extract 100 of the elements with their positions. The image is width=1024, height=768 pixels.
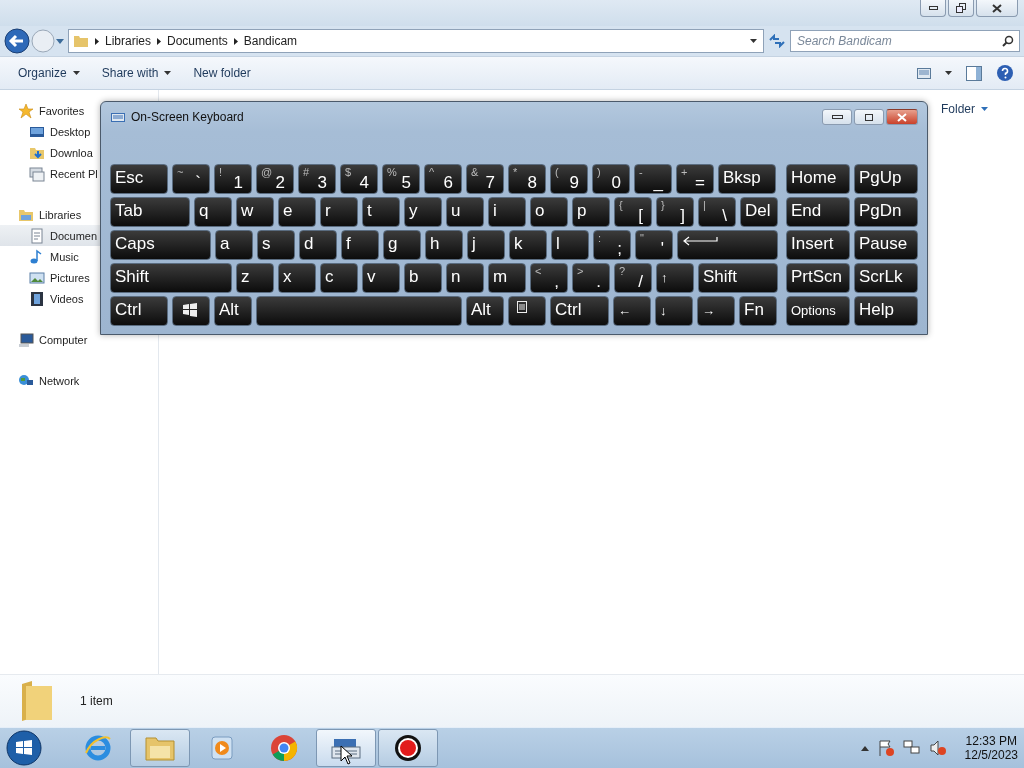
keyboard-key[interactable]: f [341, 230, 379, 260]
keyboard-key[interactable]: ( 9 [550, 164, 588, 194]
menu-key[interactable] [508, 296, 546, 326]
keyboard-key[interactable]: : ; [593, 230, 631, 260]
minimize-button[interactable] [822, 109, 852, 125]
sidebar-item[interactable]: Network [0, 370, 158, 391]
keyboard-key[interactable]: j [467, 230, 505, 260]
keyboard-key[interactable]: Pause [854, 230, 918, 260]
keyboard-key[interactable]: r [320, 197, 358, 227]
keyboard-key[interactable]: ← [613, 296, 651, 326]
keyboard-key[interactable]: Alt [466, 296, 504, 326]
keyboard-key[interactable]: Tab [110, 197, 190, 227]
keyboard-key[interactable]: & 7 [466, 164, 504, 194]
keyboard-key[interactable]: m [488, 263, 526, 293]
keyboard-key[interactable]: Ctrl [550, 296, 609, 326]
keyboard-key[interactable]: - _ [634, 164, 672, 194]
view-icon[interactable] [917, 67, 931, 79]
arrange-by-button[interactable]: Folder [941, 96, 988, 122]
keyboard-key[interactable]: ScrLk [854, 263, 918, 293]
breadcrumb-item[interactable]: Bandicam [243, 34, 298, 48]
toolbar-button[interactable]: Organize [10, 62, 88, 84]
keyboard-key[interactable]: ? / [614, 263, 652, 293]
keyboard-key[interactable]: ~ ` [172, 164, 210, 194]
breadcrumb-item[interactable]: Libraries [105, 34, 152, 48]
keyboard-key[interactable]: End [786, 197, 850, 227]
keyboard-key[interactable]: | \ [698, 197, 736, 227]
flag-error-icon[interactable] [876, 739, 895, 757]
keyboard-key[interactable]: * 8 [508, 164, 546, 194]
keyboard-key[interactable]: Bksp [718, 164, 776, 194]
restore-button[interactable] [948, 0, 974, 17]
start-button[interactable] [4, 729, 44, 767]
keyboard-key[interactable]: z [236, 263, 274, 293]
keyboard-key[interactable]: Help [854, 296, 918, 326]
keyboard-key[interactable]: u [446, 197, 484, 227]
keyboard-key[interactable]: q [194, 197, 232, 227]
keyboard-key[interactable]: ) 0 [592, 164, 630, 194]
taskbar-app[interactable] [378, 729, 438, 767]
keyboard-key[interactable]: ↓ [655, 296, 693, 326]
keyboard-key[interactable]: x [278, 263, 316, 293]
keyboard-key[interactable]: @ 2 [256, 164, 294, 194]
keyboard-key[interactable]: Shift [698, 263, 778, 293]
network-icon[interactable] [902, 739, 921, 757]
clock[interactable]: 12:33 PM 12/5/2023 [964, 734, 1018, 762]
back-button[interactable] [4, 28, 30, 54]
keyboard-key[interactable]: Ctrl [110, 296, 168, 326]
keyboard-key[interactable]: { [ [614, 197, 652, 227]
keyboard-key[interactable]: s [257, 230, 295, 260]
keyboard-key[interactable]: y [404, 197, 442, 227]
keyboard-key[interactable]: PgDn [854, 197, 918, 227]
keyboard-key[interactable]: t [362, 197, 400, 227]
keyboard-key[interactable]: p [572, 197, 610, 227]
keyboard-key[interactable]: PgUp [854, 164, 918, 194]
keyboard-key[interactable]: PrtScn [786, 263, 850, 293]
preview-pane-icon[interactable] [966, 65, 982, 81]
keyboard-key[interactable]: k [509, 230, 547, 260]
minimize-button[interactable] [920, 0, 946, 17]
keyboard-key[interactable]: a [215, 230, 253, 260]
keyboard-key[interactable]: v [362, 263, 400, 293]
keyboard-key[interactable]: w [236, 197, 274, 227]
keyboard-key[interactable]: d [299, 230, 337, 260]
refresh-icon[interactable] [768, 34, 786, 48]
space-key[interactable] [256, 296, 462, 326]
keyboard-key[interactable]: > . [572, 263, 610, 293]
keyboard-key[interactable]: Esc [110, 164, 168, 194]
keyboard-key[interactable]: ^ 6 [424, 164, 462, 194]
recent-pages-caret-icon[interactable] [56, 38, 64, 44]
keyboard-key[interactable]: Shift [110, 263, 232, 293]
keyboard-key[interactable]: i [488, 197, 526, 227]
keyboard-key[interactable]: " ' [635, 230, 673, 260]
address-bar[interactable]: Libraries Documents Bandicam [68, 29, 764, 53]
keyboard-key[interactable]: Insert [786, 230, 850, 260]
keyboard-key[interactable]: e [278, 197, 316, 227]
help-icon[interactable] [996, 64, 1014, 82]
keyboard-key[interactable]: c [320, 263, 358, 293]
maximize-button[interactable] [854, 109, 884, 125]
keyboard-key[interactable]: } ] [656, 197, 694, 227]
keyboard-key[interactable]: $ 4 [340, 164, 378, 194]
show-hidden-icons-icon[interactable] [860, 745, 869, 751]
enter-key[interactable] [677, 230, 778, 260]
keyboard-key[interactable]: # 3 [298, 164, 336, 194]
windows-key[interactable] [172, 296, 210, 326]
keyboard-key[interactable]: h [425, 230, 463, 260]
keyboard-key[interactable]: b [404, 263, 442, 293]
toolbar-button[interactable]: Share with [93, 62, 180, 84]
close-button[interactable] [886, 109, 918, 125]
keyboard-key[interactable]: o [530, 197, 568, 227]
keyboard-key[interactable]: → [697, 296, 735, 326]
keyboard-key[interactable]: Home [786, 164, 850, 194]
keyboard-key[interactable]: Options [786, 296, 850, 326]
speaker-muted-icon[interactable] [928, 739, 947, 757]
keyboard-key[interactable]: Alt [214, 296, 252, 326]
keyboard-key[interactable]: ! 1 [214, 164, 252, 194]
keyboard-key[interactable]: Caps [110, 230, 211, 260]
keyboard-key[interactable]: l [551, 230, 589, 260]
keyboard-key[interactable]: Fn [739, 296, 777, 326]
keyboard-key[interactable]: Del [740, 197, 778, 227]
keyboard-key[interactable]: % 5 [382, 164, 420, 194]
breadcrumb-item[interactable]: Documents [167, 34, 228, 48]
keyboard-key[interactable]: < , [530, 263, 568, 293]
close-button[interactable] [976, 0, 1018, 17]
